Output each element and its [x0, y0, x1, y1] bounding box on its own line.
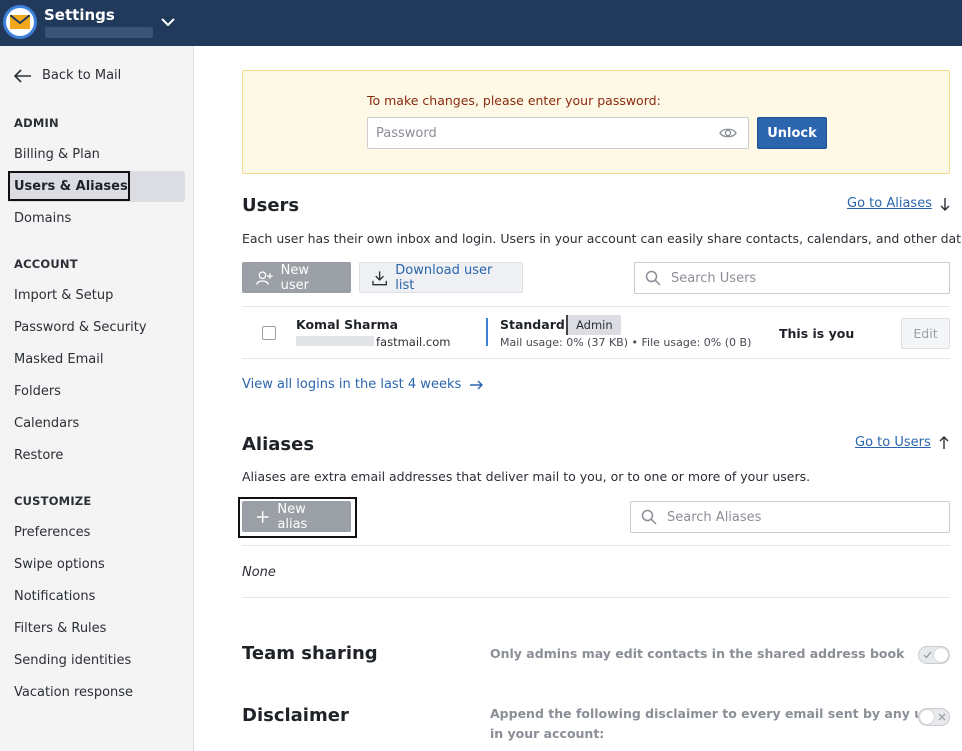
this-is-you-label: This is you: [779, 326, 855, 341]
arrow-up-icon: [939, 435, 949, 449]
password-input[interactable]: [367, 117, 749, 149]
unlock-prompt: To make changes, please enter your passw…: [367, 93, 661, 108]
section-admin: ADMIN: [14, 116, 59, 130]
user-plan: Standard: [500, 317, 565, 332]
view-logins-link[interactable]: View all logins in the last 4 weeks: [242, 377, 484, 392]
search-aliases-input[interactable]: Search Aliases: [630, 501, 950, 533]
users-heading: Users: [242, 195, 300, 216]
add-user-icon: [256, 270, 273, 285]
sidebar-item-folders[interactable]: Folders: [14, 384, 61, 399]
aliases-heading: Aliases: [242, 434, 315, 455]
user-usage: Mail usage: 0% (37 KB) • File usage: 0% …: [500, 336, 752, 349]
user-row-checkbox[interactable]: [262, 326, 276, 340]
arrow-left-icon: [14, 68, 31, 83]
search-users-placeholder: Search Users: [671, 270, 757, 286]
unlock-panel: To make changes, please enter your passw…: [242, 70, 950, 174]
sidebar-item-swipe-options[interactable]: Swipe options: [14, 557, 105, 572]
search-icon: [641, 509, 657, 525]
new-user-button[interactable]: New user: [242, 262, 351, 293]
disclaimer-toggle[interactable]: [918, 708, 950, 726]
toggle-knob: [934, 648, 948, 662]
back-label: Back to Mail: [42, 68, 122, 83]
disclaimer-heading: Disclaimer: [242, 705, 349, 726]
top-bar: Settings: [0, 0, 962, 46]
download-label: Download user list: [395, 262, 493, 293]
sidebar-item-vacation-response[interactable]: Vacation response: [14, 685, 133, 700]
disclaimer-text-line1: Append the following disclaimer to every…: [490, 706, 946, 721]
search-icon: [645, 270, 661, 286]
download-icon: [372, 270, 387, 285]
download-user-list-button[interactable]: Download user list: [359, 262, 523, 293]
chevron-down-icon[interactable]: [160, 14, 176, 30]
go-to-aliases-label: Go to Aliases: [847, 196, 932, 211]
team-sharing-heading: Team sharing: [242, 643, 378, 664]
user-name: Komal Sharma: [296, 317, 399, 332]
checkmark-icon: [923, 651, 932, 659]
divider: [242, 597, 950, 598]
go-to-users-label: Go to Users: [855, 435, 931, 450]
fastmail-logo-icon[interactable]: [3, 5, 37, 39]
user-email-redacted: [296, 336, 374, 346]
edit-user-button[interactable]: Edit: [901, 318, 950, 349]
go-to-aliases-link[interactable]: Go to Aliases: [847, 196, 950, 211]
search-users-input[interactable]: Search Users: [634, 262, 950, 294]
sidebar-item-masked-email[interactable]: Masked Email: [14, 352, 103, 367]
plan-divider: [486, 318, 488, 346]
new-user-label: New user: [280, 262, 310, 293]
unlock-button[interactable]: Unlock: [757, 117, 827, 149]
sidebar-item-billing[interactable]: Billing & Plan: [14, 147, 100, 162]
sidebar-item-filters-rules[interactable]: Filters & Rules: [14, 621, 106, 636]
selection-highlight-box: [8, 171, 130, 201]
team-sharing-toggle[interactable]: [918, 646, 950, 664]
arrow-down-icon: [940, 197, 950, 211]
users-description: Each user has their own inbox and login.…: [242, 231, 962, 246]
sidebar-item-restore[interactable]: Restore: [14, 448, 63, 463]
back-to-mail-link[interactable]: Back to Mail: [14, 68, 121, 83]
new-alias-highlight-box: [238, 497, 357, 538]
arrow-right-icon: [470, 380, 484, 389]
account-name-redacted: [45, 27, 153, 38]
aliases-empty-label: None: [242, 565, 276, 580]
divider: [242, 358, 950, 359]
sidebar-item-import[interactable]: Import & Setup: [14, 288, 113, 303]
go-to-users-link[interactable]: Go to Users: [855, 435, 949, 450]
section-account: ACCOUNT: [14, 257, 78, 271]
app-title: Settings: [44, 6, 115, 24]
eye-icon[interactable]: [719, 125, 737, 141]
sidebar-item-password-security[interactable]: Password & Security: [14, 320, 147, 335]
sidebar-item-calendars[interactable]: Calendars: [14, 416, 79, 431]
toggle-knob: [920, 710, 934, 724]
divider: [242, 545, 950, 546]
team-sharing-text: Only admins may edit contacts in the sha…: [490, 646, 905, 661]
view-logins-label: View all logins in the last 4 weeks: [242, 377, 462, 392]
admin-badge: Admin: [566, 315, 621, 335]
sidebar-item-sending-identities[interactable]: Sending identities: [14, 653, 131, 668]
section-customize: CUSTOMIZE: [14, 494, 92, 508]
search-aliases-placeholder: Search Aliases: [667, 509, 762, 525]
settings-sidebar: Back to Mail ADMIN Billing & Plan Users …: [0, 46, 194, 751]
user-email-domain: fastmail.com: [376, 335, 451, 349]
aliases-description: Aliases are extra email addresses that d…: [242, 469, 811, 484]
sidebar-item-domains[interactable]: Domains: [14, 211, 71, 226]
sidebar-item-preferences[interactable]: Preferences: [14, 525, 90, 540]
sidebar-item-notifications[interactable]: Notifications: [14, 589, 95, 604]
divider: [242, 306, 950, 307]
disclaimer-text-line2: in your account:: [490, 726, 605, 741]
main-content: To make changes, please enter your passw…: [194, 46, 962, 751]
x-icon: [938, 713, 946, 721]
